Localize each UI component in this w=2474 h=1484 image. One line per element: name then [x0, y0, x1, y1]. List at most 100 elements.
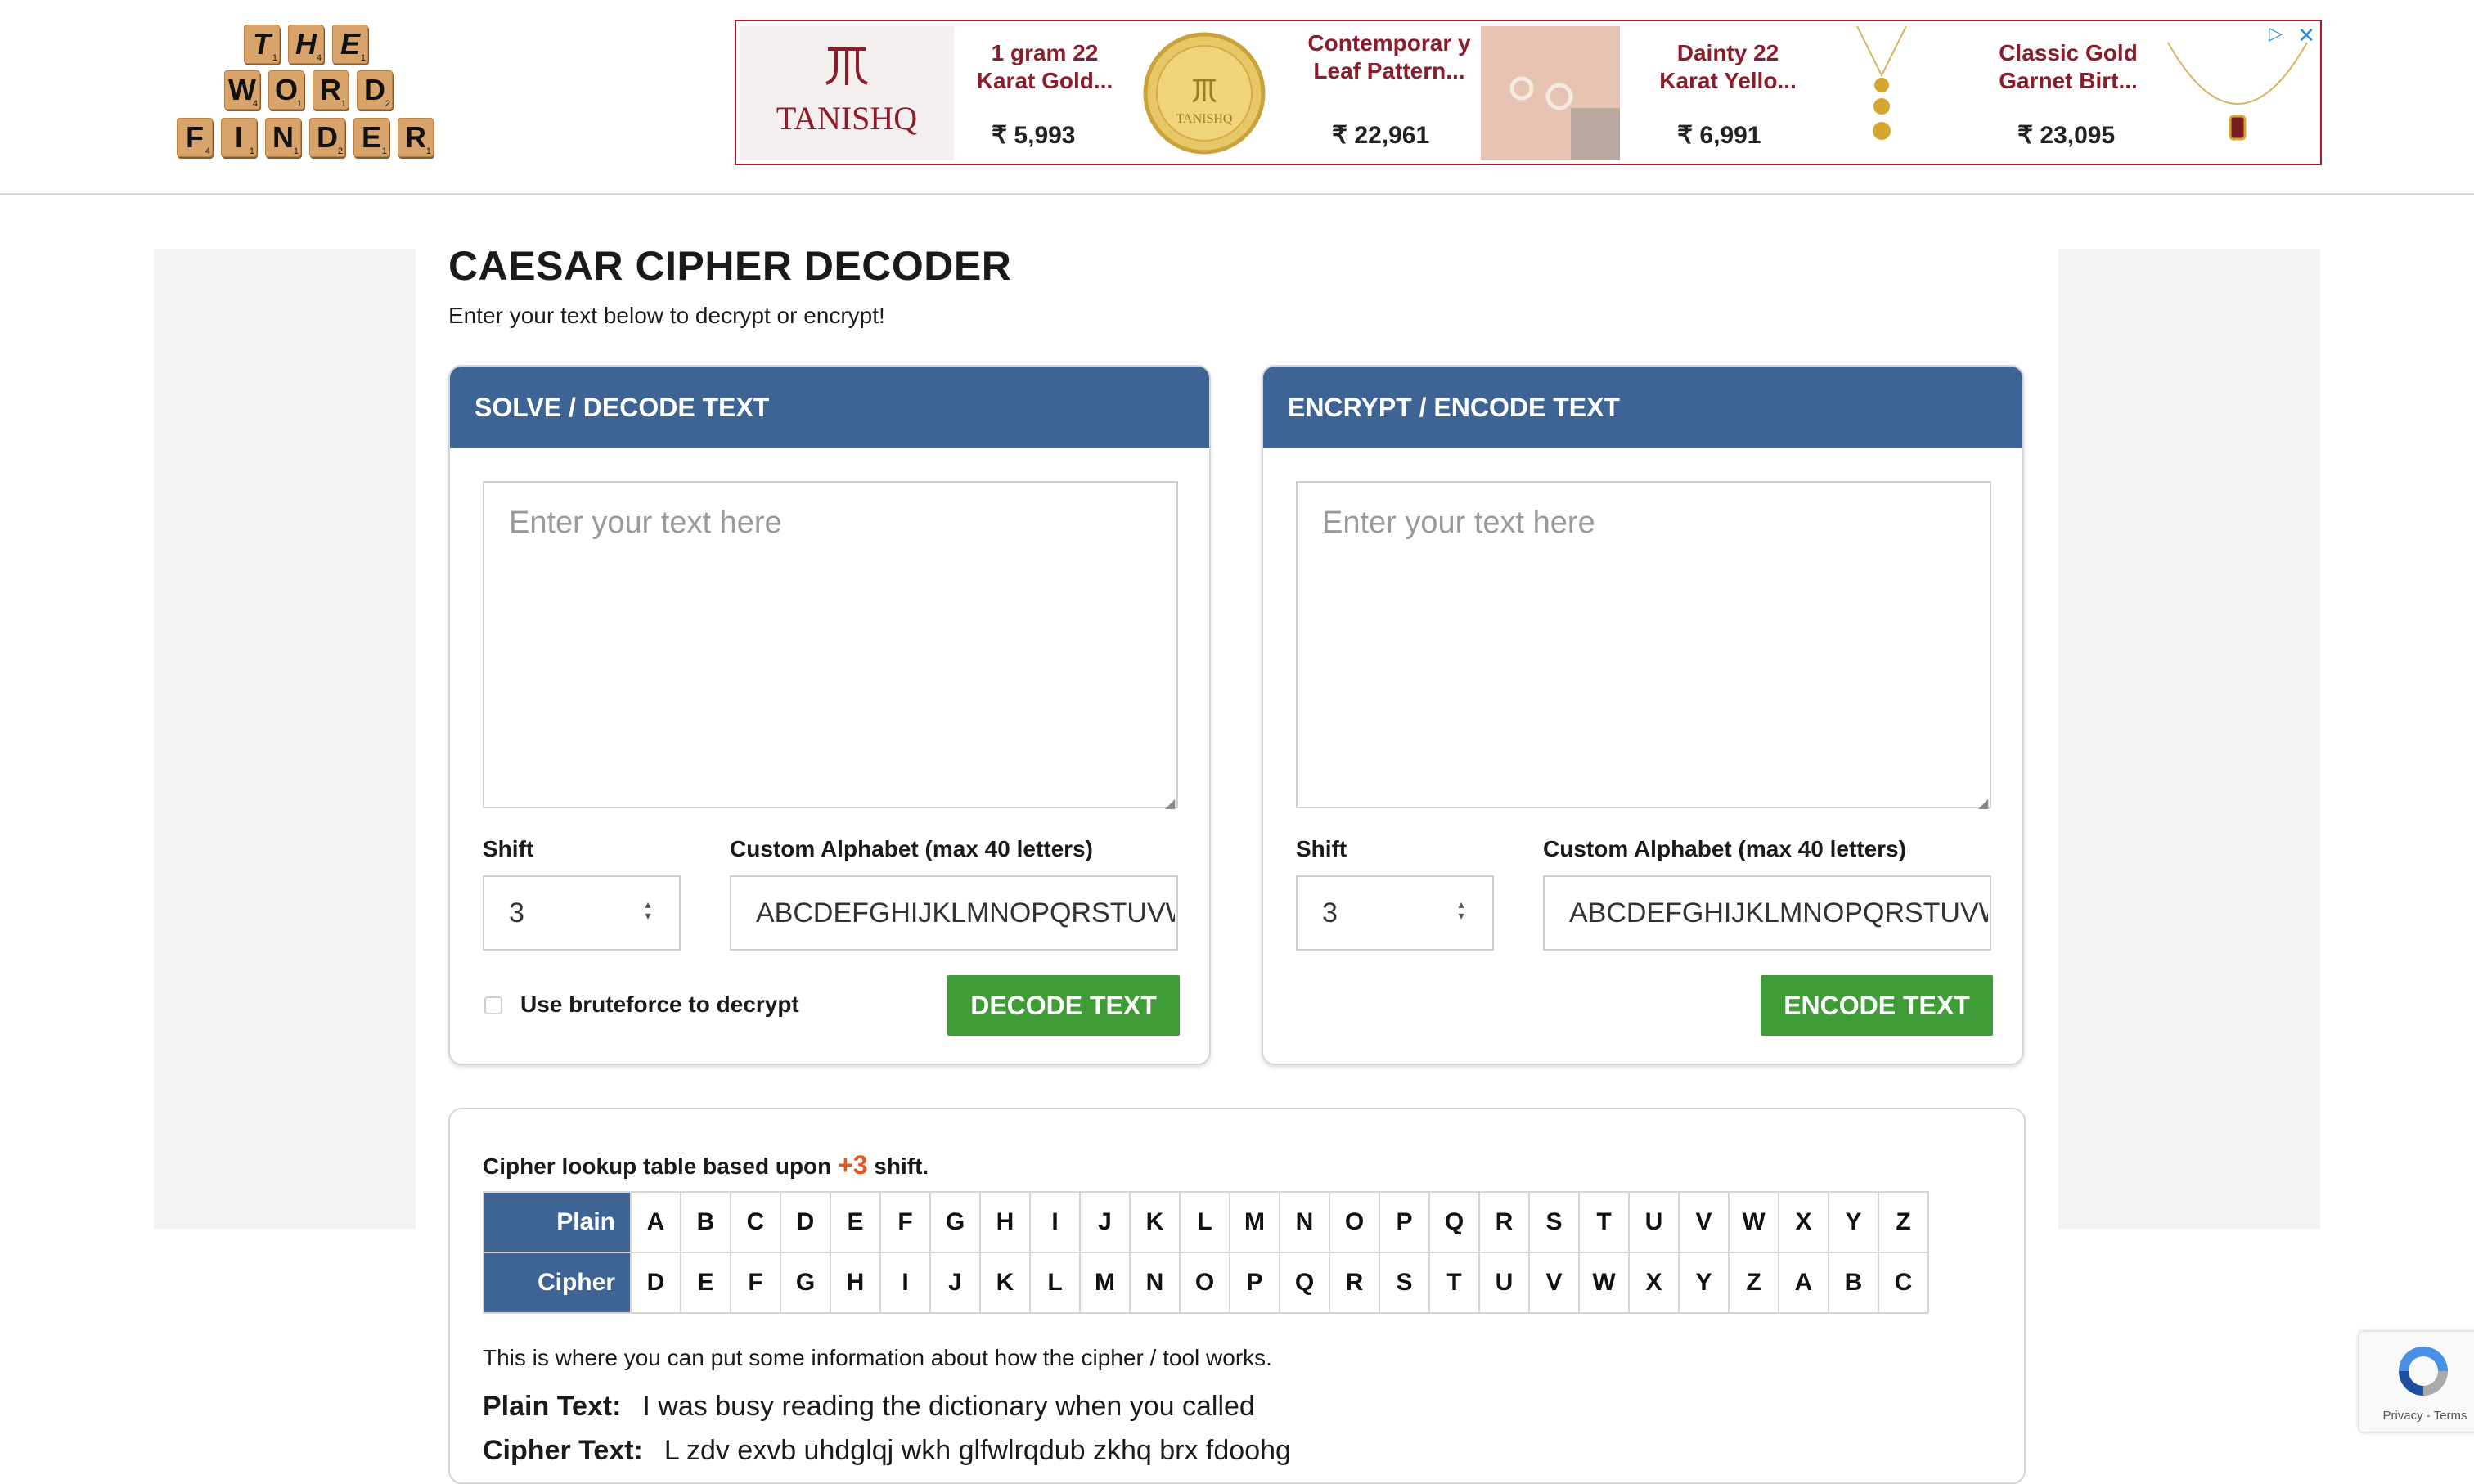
plain-cell: T [1578, 1191, 1630, 1253]
recaptcha-icon [2399, 1347, 2448, 1396]
lookup-title-suffix: shift. [867, 1153, 929, 1179]
ad-item-price: ₹ 5,993 [992, 122, 1076, 149]
decode-alphabet-input[interactable] [730, 875, 1178, 951]
tool-info-text: This is where you can put some informati… [483, 1345, 1272, 1370]
ad-item-title[interactable]: Classic Gold Garnet Birt... [1988, 39, 2148, 95]
logo-letter: R [405, 120, 426, 154]
logo-letter: O [274, 73, 298, 106]
logo-letter-points: 1 [340, 99, 346, 109]
plain-cell: E [830, 1191, 881, 1253]
encode-text-button[interactable]: ENCODE TEXT [1761, 975, 1993, 1036]
decode-text-input[interactable] [483, 481, 1178, 808]
cipher-cell: J [929, 1252, 981, 1314]
ad-item-price: ₹ 23,095 [2017, 122, 2116, 149]
cipher-cell: Z [1728, 1252, 1779, 1314]
plain-cell: L [1179, 1191, 1230, 1253]
plain-cell: P [1379, 1191, 1430, 1253]
shift-stepper-icon[interactable]: ▴ ▾ [641, 898, 654, 921]
ad-divider [1289, 26, 1293, 160]
bruteforce-label[interactable]: Use bruteforce to decrypt [520, 992, 799, 1018]
logo-letter: T [253, 27, 271, 61]
plain-cell: M [1229, 1191, 1280, 1253]
plain-cell: Y [1828, 1191, 1879, 1253]
recaptcha-badge[interactable]: Privacy - Terms [2359, 1332, 2474, 1432]
cipher-cell: V [1528, 1252, 1580, 1314]
cipher-cell: P [1229, 1252, 1280, 1314]
logo-letter-tile: H4 [288, 25, 324, 64]
encode-shift-label: Shift [1296, 836, 1347, 861]
plain-text-label: Plain Text: [483, 1391, 622, 1422]
cipher-row: Cipher DEFGHIJKLMNOPQRSTUVWXYZABC [483, 1252, 1929, 1314]
logo-letter-points: 1 [293, 146, 299, 156]
ad-item-title[interactable]: Dainty 22 Karat Yello... [1648, 39, 1808, 95]
ad-item-title[interactable]: 1 gram 22 Karat Gold... [959, 39, 1131, 95]
terms-link[interactable]: Terms [2434, 1409, 2467, 1423]
decode-panel-header: SOLVE / DECODE TEXT [450, 367, 1209, 448]
plain-cell: X [1778, 1191, 1829, 1253]
plain-text-example: Plain Text: I was busy reading the dictio… [483, 1391, 1255, 1423]
encode-alphabet-input[interactable] [1543, 875, 1991, 951]
cipher-cell: S [1379, 1252, 1430, 1314]
logo-letter-tile: I1 [221, 118, 257, 157]
svg-text:TANISHQ: TANISHQ [1176, 112, 1233, 126]
privacy-link[interactable]: Privacy [2382, 1409, 2422, 1423]
decode-panel: SOLVE / DECODE TEXT ◢ Shift Custom Alpha… [448, 365, 1211, 1065]
logo-letter-tile: D2 [357, 70, 393, 110]
logo-letter-tile: O1 [268, 70, 304, 110]
close-icon[interactable]: ✕ [2297, 23, 2315, 48]
right-side-panel [2058, 249, 2320, 1229]
logo-letter-points: 2 [385, 99, 390, 109]
earrings-image [1481, 26, 1620, 160]
logo-letter-tile: D2 [309, 118, 345, 157]
tanishq-brand-tile: TANISHQ [740, 26, 954, 160]
left-side-panel [154, 249, 416, 1229]
bruteforce-checkbox[interactable] [484, 996, 502, 1014]
gold-coin-image: TANISHQ [1143, 32, 1266, 155]
ad-item-title[interactable]: Contemporar y Leaf Pattern... [1301, 29, 1478, 118]
ad-item-price: ₹ 6,991 [1677, 122, 1761, 149]
logo-letter-points: 4 [316, 53, 322, 63]
plain-row: Plain ABCDEFGHIJKLMNOPQRSTUVWXYZ [483, 1191, 1929, 1253]
site-header: T1H4E1W4O1R1D2F4I1N1D2E1R1 TANISHQ 1 gra… [0, 0, 2474, 195]
plain-cell: G [929, 1191, 981, 1253]
resize-handle-icon[interactable]: ◢ [1165, 795, 1175, 812]
recaptcha-links: Privacy - Terms [2359, 1409, 2474, 1423]
cipher-cell: L [1029, 1252, 1081, 1314]
logo-letter-tile: W4 [224, 70, 260, 110]
logo-letter-tile: T1 [244, 25, 280, 64]
encode-text-input[interactable] [1296, 481, 1991, 808]
plain-row-header: Plain [483, 1191, 632, 1253]
logo-letter: W [228, 73, 256, 106]
logo-letter-tile: N1 [265, 118, 301, 157]
lookup-title: Cipher lookup table based upon +3 shift. [483, 1150, 929, 1180]
recaptcha-separator: - [2422, 1409, 2434, 1423]
resize-handle-icon[interactable]: ◢ [1978, 795, 1988, 812]
the-word-finder-logo[interactable]: T1H4E1W4O1R1D2F4I1N1D2E1R1 [177, 25, 445, 160]
plain-cell: N [1279, 1191, 1330, 1253]
plain-cell: R [1478, 1191, 1530, 1253]
cipher-cell: F [730, 1252, 781, 1314]
logo-letter-points: 1 [272, 53, 277, 63]
logo-letter-points: 2 [337, 146, 343, 156]
cipher-cell: B [1828, 1252, 1879, 1314]
decode-text-button[interactable]: DECODE TEXT [947, 975, 1180, 1036]
plain-cell: C [730, 1191, 781, 1253]
logo-letter: N [272, 120, 294, 154]
cipher-cell: X [1628, 1252, 1680, 1314]
cipher-row-header: Cipher [483, 1252, 632, 1314]
plain-text-value: I was busy reading the dictionary when y… [642, 1391, 1255, 1422]
cipher-cell: N [1129, 1252, 1181, 1314]
cipher-cell: W [1578, 1252, 1630, 1314]
tanishq-logo-icon: TANISHQ [776, 47, 917, 137]
cipher-cell: D [630, 1252, 681, 1314]
plain-cell: S [1528, 1191, 1580, 1253]
cipher-cell: K [979, 1252, 1031, 1314]
advertisement-banner[interactable]: TANISHQ 1 gram 22 Karat Gold... ₹ 5,993 … [735, 20, 2322, 165]
cipher-cell: A [1778, 1252, 1829, 1314]
logo-letter-points: 4 [205, 146, 210, 156]
shift-stepper-icon[interactable]: ▴ ▾ [1455, 898, 1468, 921]
adchoices-icon[interactable]: ▷ [2269, 23, 2283, 44]
cipher-cell: I [879, 1252, 931, 1314]
page-title: CAESAR CIPHER DECODER [448, 243, 1012, 289]
plain-cell: F [879, 1191, 931, 1253]
